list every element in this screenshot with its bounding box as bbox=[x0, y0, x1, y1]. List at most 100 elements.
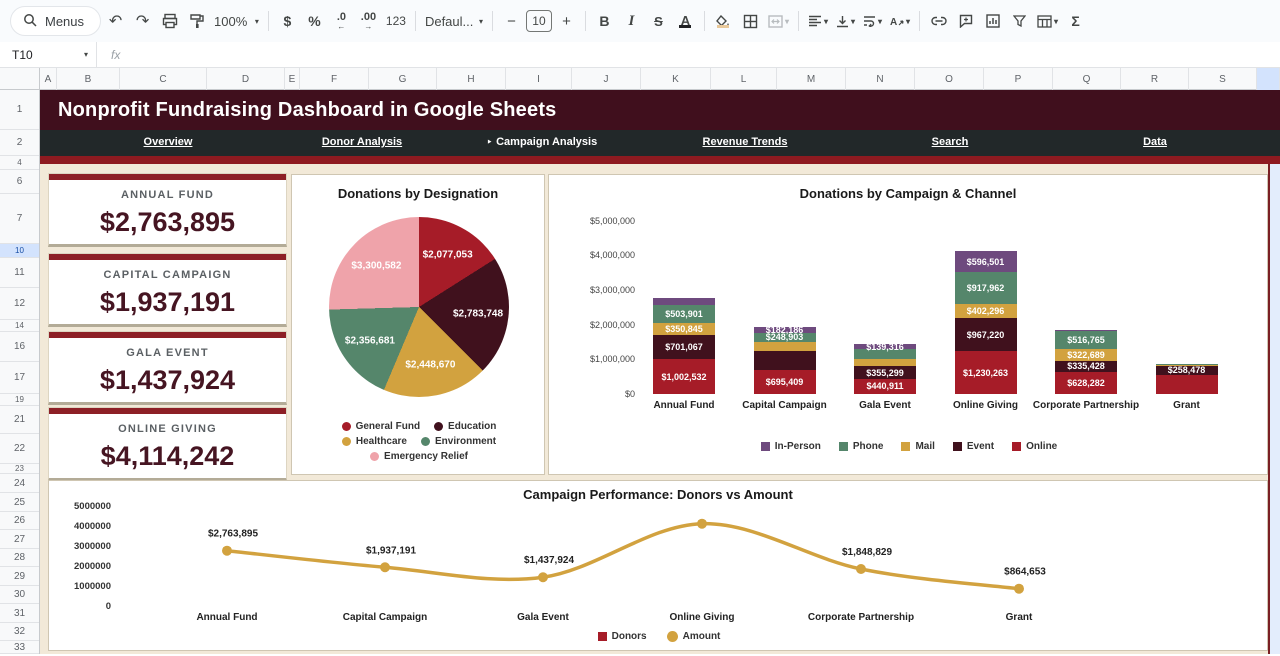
text-rotation-button[interactable]: A▾ bbox=[887, 8, 913, 34]
nav-link-data[interactable]: Data bbox=[1143, 136, 1167, 148]
row-header-10[interactable]: 10 bbox=[0, 244, 39, 258]
row-header-30[interactable]: 30 bbox=[0, 586, 39, 604]
column-header-C[interactable]: C bbox=[120, 68, 207, 90]
row-header-25[interactable]: 25 bbox=[0, 493, 39, 512]
row-header-1[interactable]: 1 bbox=[0, 90, 39, 130]
fill-color-button[interactable] bbox=[711, 8, 736, 34]
text-wrap-button[interactable]: ▾ bbox=[860, 8, 885, 34]
bar-segment-online: $1,230,263 bbox=[955, 351, 1017, 394]
row-header-11[interactable]: 11 bbox=[0, 258, 39, 288]
decrease-decimal-button[interactable]: .0← bbox=[329, 8, 354, 34]
column-header-J[interactable]: J bbox=[572, 68, 641, 90]
row-header-28[interactable]: 28 bbox=[0, 549, 39, 567]
row-header-31[interactable]: 31 bbox=[0, 604, 39, 623]
row-header-33[interactable]: 33 bbox=[0, 641, 39, 654]
column-header-N[interactable]: N bbox=[846, 68, 915, 90]
column-header-Q[interactable]: Q bbox=[1053, 68, 1121, 90]
decrease-font-size-button[interactable]: − bbox=[499, 8, 524, 34]
row-header-22[interactable]: 22 bbox=[0, 434, 39, 464]
nav-link-donor-analysis[interactable]: Donor Analysis bbox=[322, 136, 402, 148]
strikethrough-button[interactable]: S bbox=[646, 8, 671, 34]
stacked-bar-capital-campaign[interactable]: $695,409$248,903$182,186 bbox=[754, 327, 816, 394]
column-header-B[interactable]: B bbox=[57, 68, 120, 90]
bold-button[interactable]: B bbox=[592, 8, 617, 34]
row-header-26[interactable]: 26 bbox=[0, 512, 39, 530]
italic-button[interactable]: I bbox=[619, 8, 644, 34]
column-header-T[interactable] bbox=[1257, 68, 1280, 90]
stacked-bar-corporate-partnership[interactable]: $628,282$335,428$322,689$516,765 bbox=[1055, 330, 1117, 394]
row-header-23[interactable]: 23 bbox=[0, 464, 39, 474]
stacked-bar-annual-fund[interactable]: $1,002,532$701,067$350,845$503,901 bbox=[653, 298, 715, 394]
insert-link-button[interactable] bbox=[926, 8, 951, 34]
vertical-align-button[interactable]: ▾ bbox=[833, 8, 858, 34]
format-percent-button[interactable]: % bbox=[302, 8, 327, 34]
column-header-F[interactable]: F bbox=[300, 68, 369, 90]
font-select[interactable]: Defaul...▾ bbox=[422, 8, 486, 34]
increase-font-size-button[interactable]: + bbox=[554, 8, 579, 34]
undo-button[interactable]: ↶ bbox=[103, 8, 128, 34]
bar-chart-panel[interactable]: Donations by Campaign & Channel $0$1,000… bbox=[548, 174, 1268, 475]
row-header-24[interactable]: 24 bbox=[0, 474, 39, 493]
increase-decimal-button[interactable]: .00→ bbox=[356, 8, 381, 34]
column-header-S[interactable]: S bbox=[1189, 68, 1257, 90]
menus-search[interactable]: Menus bbox=[10, 6, 101, 36]
paint-format-button[interactable] bbox=[184, 8, 209, 34]
nav-link-revenue-trends[interactable]: Revenue Trends bbox=[703, 136, 788, 148]
horizontal-align-button[interactable]: ▾ bbox=[805, 8, 831, 34]
format-currency-button[interactable]: $ bbox=[275, 8, 300, 34]
zoom-select[interactable]: 100% ▾ bbox=[211, 8, 262, 34]
line-chart-panel[interactable]: Campaign Performance: Donors vs Amount 0… bbox=[48, 480, 1268, 651]
row-header-14[interactable]: 14 bbox=[0, 320, 39, 332]
functions-button[interactable]: Σ bbox=[1063, 8, 1088, 34]
stacked-bar-grant[interactable]: $258,478 bbox=[1156, 364, 1218, 394]
stacked-bar-gala-event[interactable]: $440,911$355,299$139,316 bbox=[854, 344, 916, 394]
row-header-6[interactable]: 6 bbox=[0, 170, 39, 194]
column-header-R[interactable]: R bbox=[1121, 68, 1189, 90]
kpi-card-gala-event[interactable]: GALA EVENT$1,437,924 bbox=[48, 331, 287, 405]
insert-chart-button[interactable] bbox=[980, 8, 1005, 34]
text-color-button[interactable]: A bbox=[673, 8, 698, 34]
column-header-I[interactable]: I bbox=[506, 68, 572, 90]
font-size-input[interactable]: 10 bbox=[526, 10, 552, 32]
borders-button[interactable] bbox=[738, 8, 763, 34]
row-header-12[interactable]: 12 bbox=[0, 288, 39, 320]
row-header-19[interactable]: 19 bbox=[0, 394, 39, 406]
nav-link-campaign-analysis[interactable]: ‣Campaign Analysis bbox=[487, 136, 597, 148]
row-header-4[interactable]: 4 bbox=[0, 156, 39, 170]
row-header-17[interactable]: 17 bbox=[0, 362, 39, 394]
redo-button[interactable]: ↷ bbox=[130, 8, 155, 34]
row-header-2[interactable]: 2 bbox=[0, 130, 39, 156]
pie-chart-panel[interactable]: Donations by Designation $2,077,053$2,78… bbox=[291, 174, 545, 475]
stacked-bar-online-giving[interactable]: $1,230,263$967,220$402,296$917,962$596,5… bbox=[955, 251, 1017, 394]
table-views-button[interactable]: ▾ bbox=[1034, 8, 1061, 34]
kpi-card-capital-campaign[interactable]: CAPITAL CAMPAIGN$1,937,191 bbox=[48, 253, 287, 327]
column-header-L[interactable]: L bbox=[711, 68, 777, 90]
row-header-27[interactable]: 27 bbox=[0, 530, 39, 549]
formula-input[interactable] bbox=[120, 42, 1280, 67]
row-header-7[interactable]: 7 bbox=[0, 194, 39, 244]
row-header-32[interactable]: 32 bbox=[0, 623, 39, 641]
kpi-card-annual-fund[interactable]: ANNUAL FUND$2,763,895 bbox=[48, 173, 287, 247]
select-all-corner[interactable] bbox=[0, 68, 40, 89]
column-header-E[interactable]: E bbox=[285, 68, 300, 90]
column-header-G[interactable]: G bbox=[369, 68, 437, 90]
print-button[interactable] bbox=[157, 8, 182, 34]
column-header-K[interactable]: K bbox=[641, 68, 711, 90]
column-header-O[interactable]: O bbox=[915, 68, 984, 90]
column-header-M[interactable]: M bbox=[777, 68, 846, 90]
column-header-A[interactable]: A bbox=[40, 68, 57, 90]
row-header-16[interactable]: 16 bbox=[0, 332, 39, 362]
row-header-29[interactable]: 29 bbox=[0, 567, 39, 586]
row-header-21[interactable]: 21 bbox=[0, 406, 39, 434]
name-box[interactable]: T10 ▾ bbox=[0, 48, 96, 62]
filter-icon[interactable] bbox=[1007, 8, 1032, 34]
insert-comment-button[interactable] bbox=[953, 8, 978, 34]
column-header-D[interactable]: D bbox=[207, 68, 285, 90]
dashboard-title: Nonprofit Fundraising Dashboard in Googl… bbox=[40, 90, 1280, 130]
column-header-P[interactable]: P bbox=[984, 68, 1053, 90]
nav-link-overview[interactable]: Overview bbox=[144, 136, 193, 148]
nav-link-search[interactable]: Search bbox=[932, 136, 969, 148]
more-formats-button[interactable]: 123 bbox=[383, 8, 409, 34]
kpi-card-online-giving[interactable]: ONLINE GIVING$4,114,242 bbox=[48, 407, 287, 481]
column-header-H[interactable]: H bbox=[437, 68, 506, 90]
